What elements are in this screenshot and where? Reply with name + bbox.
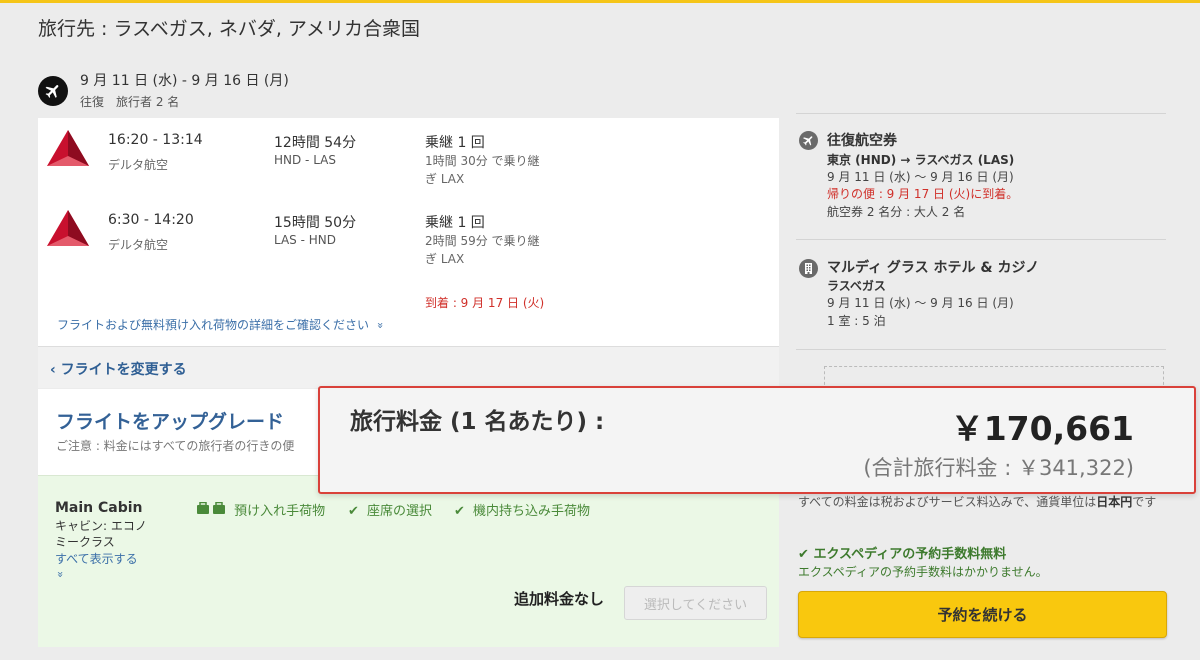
amenity-label: 座席の選択 — [367, 504, 433, 519]
tax-note-currency: 日本円 — [1096, 495, 1133, 509]
trip-meta: 往復 旅行者 2 名 — [80, 95, 180, 109]
leg-duration: 12時間 54分 — [274, 135, 357, 151]
summary-hotel: マルディ グラス ホテル & カジノ ラスベガス 9 月 11 日 (水) 〜 … — [796, 255, 1166, 345]
upgrade-note: ご注意 : 料金にはすべての旅行者の行きの便 — [56, 439, 295, 453]
flight-summary-card: 16:20 - 13:14 デルタ航空 12時間 54分 HND - LAS 乗… — [38, 118, 779, 346]
flight-leg-return[interactable]: 6:30 - 14:20 デルタ航空 15時間 50分 LAS - HND 乗継… — [38, 210, 779, 310]
leg-airline: デルタ航空 — [108, 158, 169, 172]
chevron-down-icon: » — [373, 322, 387, 329]
airplane-icon — [38, 76, 68, 106]
trip-dates: 9 月 11 日 (水) - 9 月 16 日 (月) — [80, 73, 289, 89]
leg-layover: 1時間 30分 で乗り継ぎ LAX — [425, 154, 540, 186]
flight-details-label[interactable]: フライトおよび無料預け入れ荷物の詳細をご確認ください — [57, 318, 369, 332]
summary-hotel-city: ラスベガス — [827, 279, 886, 293]
sidebar-divider — [796, 113, 1166, 114]
tax-note: すべての料金は税およびサービス料込みで、通貨単位は日本円です — [798, 494, 1170, 511]
summary-hotel-title: マルディ グラス ホテル & カジノ — [827, 260, 1040, 276]
price-per-person: ￥170,661 — [950, 409, 1134, 448]
page-title: 旅行先 : ラスベガス, ネバダ, アメリカ合衆国 — [38, 18, 420, 40]
price-per-person-label: 旅行料金 (1 名あたり) : — [350, 409, 605, 435]
leg-stops: 乗継 1 回 — [425, 135, 485, 151]
airplane-icon — [799, 131, 818, 150]
summary-flight-route: 東京 (HND) → ラスベガス (LAS) — [827, 153, 1015, 167]
continue-booking-button[interactable]: 予約を続ける — [798, 591, 1167, 638]
check-icon: ✔ — [798, 547, 809, 562]
chevron-down-icon[interactable]: » — [54, 571, 67, 578]
leg-times: 6:30 - 14:20 — [108, 212, 194, 228]
tax-note-end: です — [1132, 495, 1157, 509]
change-flight-bar: ‹ フライトを変更する — [38, 346, 779, 388]
leg-layover: 2時間 59分 で乗り継ぎ LAX — [425, 234, 540, 266]
trip-dates-row: 9 月 11 日 (水) - 9 月 16 日 (月) 往復 旅行者 2 名 — [38, 68, 738, 110]
cabin-option-main: Main Cabin キャビン: エコノミークラス すべて表示する » 預け入れ… — [38, 475, 779, 647]
top-accent-bar — [0, 0, 1200, 3]
amenity-label: 機内持ち込み手荷物 — [473, 504, 591, 519]
amenity-carry-on: ✔ 機内持ち込み手荷物 — [454, 500, 590, 519]
check-icon: ✔ — [454, 504, 465, 519]
summary-flight-pax: 航空券 2 名分 : 大人 2 名 — [827, 205, 966, 219]
summary-flight: 往復航空券 東京 (HND) → ラスベガス (LAS) 9 月 11 日 (水… — [796, 128, 1166, 238]
leg-stops: 乗継 1 回 — [425, 215, 485, 231]
upgrade-title: フライトをアップグレード — [56, 411, 285, 433]
price-total: (合計旅行料金 : ￥341,322) — [863, 456, 1134, 480]
leg-arrival-note: 到着 : 9 月 17 日 (火) — [425, 296, 545, 310]
hotel-building-icon — [799, 259, 818, 278]
cabin-name: Main Cabin — [55, 500, 143, 516]
leg-route: HND - LAS — [274, 153, 336, 167]
summary-flight-dates: 9 月 11 日 (水) 〜 9 月 16 日 (月) — [827, 170, 1014, 184]
leg-airline: デルタ航空 — [108, 238, 169, 252]
delta-logo-icon — [47, 130, 89, 166]
booking-fee-free-label: エクスペディアの予約手数料無料 — [813, 547, 1007, 562]
booking-fee-free: ✔ エクスペディアの予約手数料無料 — [798, 543, 1006, 562]
amenity-label: 預け入れ手荷物 — [234, 504, 326, 519]
summary-hotel-rooms: 1 室 : 5 泊 — [827, 314, 886, 328]
select-cabin-button[interactable]: 選択してください — [624, 586, 767, 620]
summary-flight-title: 往復航空券 — [827, 133, 897, 149]
leg-route: LAS - HND — [274, 233, 336, 247]
tax-note-text: すべての料金は税およびサービス料込みで、通貨単位は — [798, 495, 1097, 509]
flight-leg-outbound[interactable]: 16:20 - 13:14 デルタ航空 12時間 54分 HND - LAS 乗… — [38, 130, 779, 212]
change-flight-link[interactable]: ‹ フライトを変更する — [50, 359, 187, 379]
luggage-icon — [196, 501, 230, 519]
summary-return-note: 帰りの便 : 9 月 17 日 (火)に到着。 — [827, 187, 1019, 201]
show-all-link[interactable]: すべて表示する — [55, 550, 138, 567]
summary-hotel-dates: 9 月 11 日 (水) 〜 9 月 16 日 (月) — [827, 296, 1014, 310]
leg-duration: 15時間 50分 — [274, 215, 357, 231]
price-highlight-box: 旅行料金 (1 名あたり) : ￥170,661 (合計旅行料金 : ￥341,… — [318, 386, 1196, 494]
cabin-class: キャビン: エコノミークラス — [55, 519, 147, 549]
amenity-checked-bag: 預け入れ手荷物 — [196, 500, 325, 519]
leg-times: 16:20 - 13:14 — [108, 132, 203, 148]
delta-logo-icon — [47, 210, 89, 246]
booking-fee-free-sub: エクスペディアの予約手数料はかかりません。 — [798, 565, 1048, 579]
amenity-seat-selection: ✔ 座席の選択 — [348, 500, 432, 519]
check-icon: ✔ — [348, 504, 359, 519]
flight-details-link[interactable]: フライトおよび無料預け入れ荷物の詳細をご確認ください » — [57, 316, 387, 333]
no-extra-fee-label: 追加料金なし — [514, 590, 605, 608]
sidebar-divider — [796, 239, 1166, 240]
sidebar-divider — [796, 349, 1166, 350]
